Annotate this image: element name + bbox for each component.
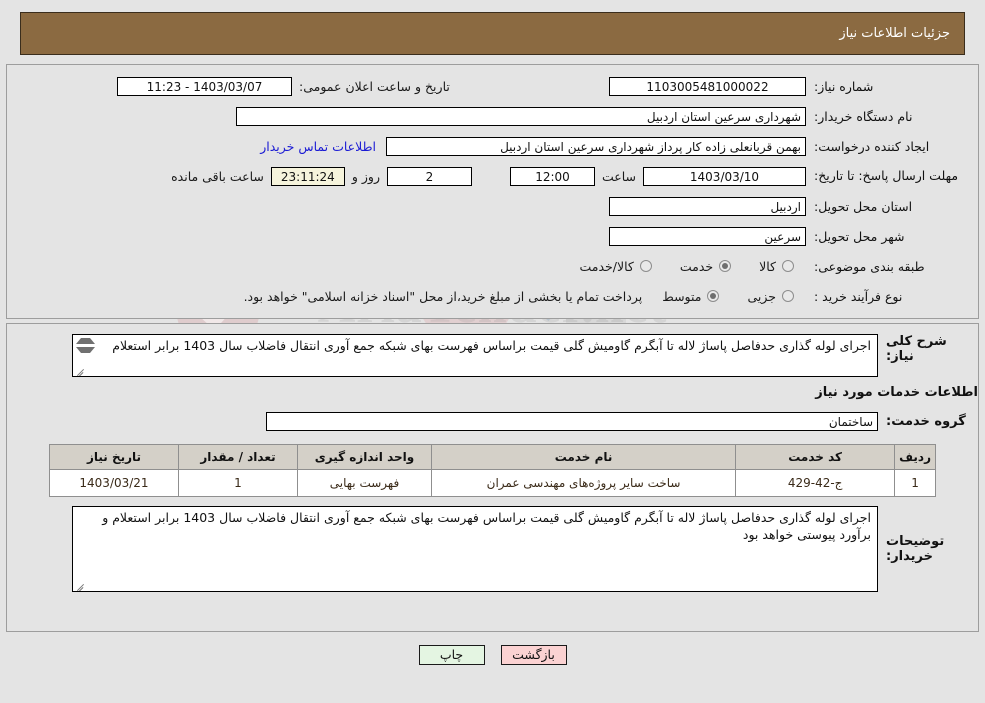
footer-button-bar: بازگشت چاپ (0, 645, 985, 665)
radio-category-khedmat-label: خدمت (679, 258, 714, 274)
row-purchase-type: نوع فرآیند خرید : جزیی متوسط پرداخت تمام… (7, 281, 978, 311)
cell-unit: فهرست بهایی (297, 469, 432, 497)
summary-value: اجرای لوله گذاری حدفاصل پاساژ لاله تا آب… (112, 338, 871, 353)
row-buyer-org: نام دستگاه خریدار: شهرداری سرعین استان ا… (7, 101, 978, 131)
row-need-number: شماره نیاز: 1103005481000022 تاریخ و ساع… (7, 71, 978, 101)
back-button[interactable]: بازگشت (500, 645, 567, 665)
requester-value: بهمن قربانعلی زاده کار پرداز شهرداری سرع… (386, 136, 806, 156)
delivery-province-label: استان محل تحویل: (814, 198, 913, 214)
deadline-remaining-label: ساعت باقی مانده (171, 168, 264, 184)
resize-grip-icon[interactable] (75, 365, 85, 375)
radio-category-kala-khedmat[interactable] (639, 260, 652, 272)
radio-purchase-jozei[interactable] (782, 290, 794, 302)
summary-label: شرح کلی نیاز: (886, 334, 947, 364)
announce-datetime-label: تاریخ و ساعت اعلان عمومی: (299, 78, 450, 94)
th-unit: واحد اندازه گیری (297, 444, 432, 470)
row-summary: شرح کلی نیاز: اجرای لوله گذاری حدفاصل پا… (7, 334, 978, 377)
buyer-org-label: نام دستگاه خریدار: (814, 108, 913, 124)
row-delivery-city: شهر محل تحویل: سرعین (7, 221, 978, 251)
category-label: طبقه بندی موضوعی: (814, 258, 925, 274)
deadline-days: 2 (386, 166, 472, 186)
buyer-notes-value: اجرای لوله گذاری حدفاصل پاساژ لاله تا آب… (102, 510, 871, 542)
services-table: ردیف کد خدمت نام خدمت واحد اندازه گیری ت… (49, 444, 936, 497)
summary-textarea[interactable]: اجرای لوله گذاری حدفاصل پاساژ لاله تا آب… (72, 334, 878, 377)
buyer-org-value: شهرداری سرعین استان اردبیل (236, 106, 806, 126)
cell-radif: 1 (894, 469, 936, 497)
th-code: کد خدمت (735, 444, 896, 470)
row-service-group: گروه خدمت: ساختمان (7, 406, 978, 436)
deadline-time-label: ساعت (601, 168, 636, 184)
purchase-type-note: پرداخت تمام یا بخشی از مبلغ خرید،از محل … (243, 288, 643, 304)
th-qty: تعداد / مقدار (178, 444, 298, 470)
print-button[interactable]: چاپ (418, 645, 485, 665)
deadline-label: مهلت ارسال پاسخ: تا تاریخ: (814, 168, 959, 183)
cell-name: ساخت سایر پروژه‌های مهندسی عمران (430, 469, 737, 497)
row-requester: ایجاد کننده درخواست: بهمن قربانعلی زاده … (7, 131, 978, 161)
need-info-panel: شماره نیاز: 1103005481000022 تاریخ و ساع… (6, 64, 979, 319)
scroll-up-icon[interactable] (76, 338, 95, 344)
announce-datetime-value: 1403/03/07 - 11:23 (117, 76, 292, 96)
service-group-label: گروه خدمت: (886, 413, 966, 429)
service-group-value: ساختمان (266, 411, 878, 431)
need-number-value: 1103005481000022 (609, 76, 806, 96)
delivery-city-label: شهر محل تحویل: (814, 228, 905, 244)
radio-purchase-motevaset[interactable] (707, 290, 720, 302)
row-delivery-province: استان محل تحویل: اردبیل (7, 191, 978, 221)
requester-label: ایجاد کننده درخواست: (814, 138, 930, 154)
deadline-date: 1403/03/10 (643, 166, 806, 186)
delivery-province-value: اردبیل (609, 196, 806, 216)
radio-category-kala[interactable] (782, 260, 794, 272)
services-table-wrapper: ردیف کد خدمت نام خدمت واحد اندازه گیری ت… (7, 444, 978, 497)
purchase-type-label: نوع فرآیند خرید : (814, 288, 903, 304)
services-section-title: اطلاعات خدمات مورد نیاز (815, 385, 978, 400)
cell-qty: 1 (178, 469, 298, 497)
th-date: تاریخ نیاز (49, 444, 179, 470)
buyer-notes-textarea[interactable]: اجرای لوله گذاری حدفاصل پاساژ لاله تا آب… (72, 506, 878, 592)
buyer-notes-label: توضیحات خریدار: (886, 534, 945, 564)
table-row: 1 ج-42-429 ساخت سایر پروژه‌های مهندسی عم… (49, 469, 936, 497)
deadline-time: 12:00 (509, 166, 595, 186)
deadline-countdown: 23:11:24 (270, 166, 345, 186)
th-name: نام خدمت (430, 444, 737, 470)
radio-category-kala-label: کالا (759, 258, 776, 274)
table-header-row: ردیف کد خدمت نام خدمت واحد اندازه گیری ت… (49, 444, 936, 470)
need-number-label: شماره نیاز: (814, 78, 874, 94)
radio-category-khedmat[interactable] (719, 260, 732, 272)
page-title: جزئیات اطلاعات نیاز (839, 26, 950, 41)
cell-date: 1403/03/21 (49, 469, 179, 497)
radio-category-kala-khedmat-label: کالا/خدمت (579, 258, 634, 274)
scroll-down-icon[interactable] (76, 347, 95, 353)
radio-purchase-motevaset-label: متوسط (662, 288, 702, 304)
row-category: طبقه بندی موضوعی: کالا خدمت کالا/خدمت (7, 251, 978, 281)
delivery-city-value: سرعین (609, 226, 806, 246)
row-buyer-notes: توضیحات خریدار: اجرای لوله گذاری حدفاصل … (7, 506, 978, 592)
radio-purchase-jozei-label: جزیی (747, 288, 776, 304)
need-details-panel: شرح کلی نیاز: اجرای لوله گذاری حدفاصل پا… (6, 323, 979, 632)
page-header: جزئیات اطلاعات نیاز (20, 12, 965, 55)
deadline-days-label: روز و (351, 168, 380, 184)
cell-code: ج-42-429 (735, 469, 896, 497)
th-radif: ردیف (894, 444, 936, 470)
buyer-contact-link[interactable]: اطلاعات تماس خریدار (260, 139, 386, 154)
resize-grip-icon[interactable] (75, 580, 85, 590)
row-deadline: مهلت ارسال پاسخ: تا تاریخ: 1403/03/10 سا… (7, 161, 978, 191)
